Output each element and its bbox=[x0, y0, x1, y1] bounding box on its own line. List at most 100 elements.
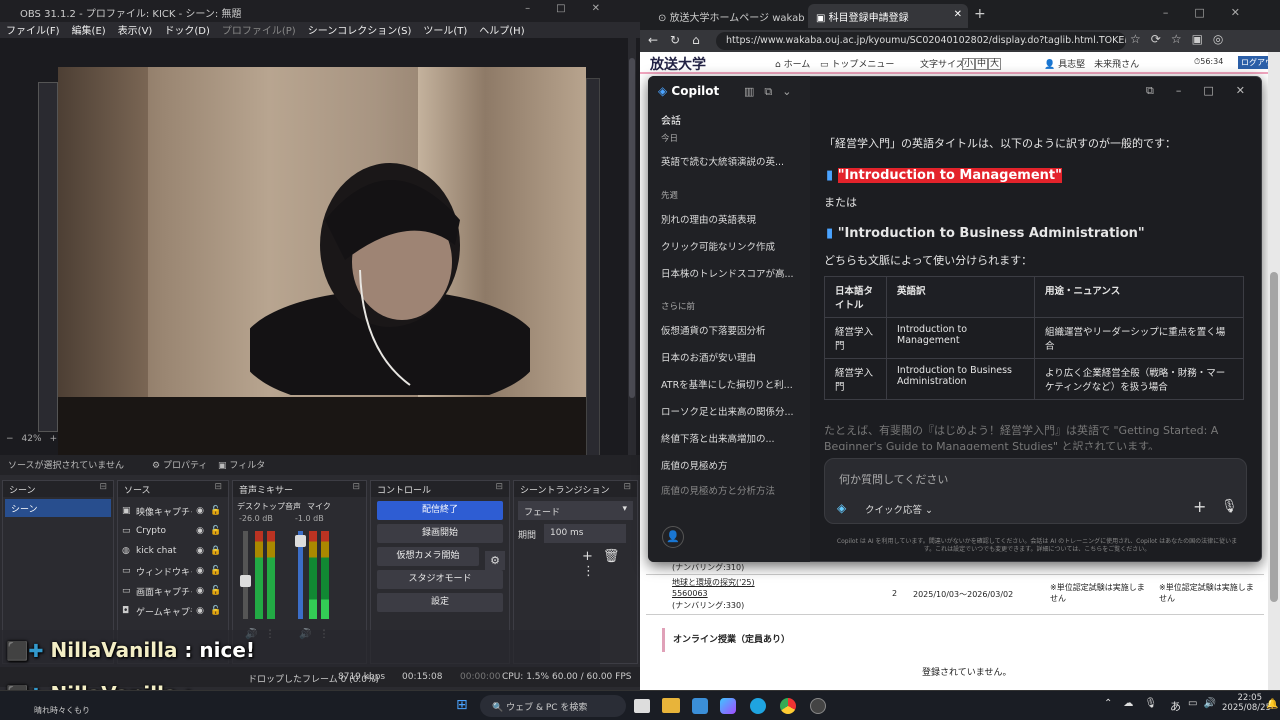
window-controls[interactable]: –□✕ bbox=[525, 3, 626, 14]
page-scrollbar[interactable] bbox=[1268, 52, 1280, 690]
conversation-item[interactable]: 底値の見極め方と分析方法 bbox=[661, 483, 801, 497]
nav-buttons[interactable]: ←↻⌂ bbox=[648, 33, 712, 47]
new-tab-icon[interactable]: + bbox=[974, 6, 986, 22]
transition-select[interactable]: フェード ▾ bbox=[518, 501, 633, 520]
duration-input[interactable]: 100 ms bbox=[544, 524, 626, 543]
task-view-icon[interactable] bbox=[634, 699, 650, 713]
lock-icon[interactable]: 🔓 bbox=[208, 606, 224, 616]
site-logo[interactable]: 放送大学 bbox=[650, 54, 706, 74]
conversation-item[interactable]: ローソク足と出来高の関係分... bbox=[661, 404, 801, 418]
conversation-item[interactable]: 仮想通貨の下落要因分析 bbox=[661, 323, 801, 337]
dock-menu-icon[interactable]: ⊟ bbox=[99, 482, 107, 492]
taskbar-search[interactable]: 🔍 ウェブ & PC を検索 bbox=[480, 695, 626, 717]
start-virtual-camera-button[interactable]: 仮想カメラ開始 bbox=[377, 547, 479, 566]
preview-scrollbar[interactable] bbox=[628, 38, 636, 458]
lock-icon[interactable]: 🔓 bbox=[208, 506, 224, 516]
eye-icon[interactable]: ◉ bbox=[192, 586, 208, 596]
ime-indicator[interactable]: あ bbox=[1170, 698, 1181, 714]
edge-icon[interactable] bbox=[750, 698, 766, 714]
windows-start-icon[interactable]: ⊞ bbox=[456, 697, 468, 713]
conversation-item[interactable]: ATRを基準にした損切りと利... bbox=[661, 377, 801, 391]
settings-button[interactable]: 設定 bbox=[377, 593, 503, 612]
obs-icon[interactable] bbox=[810, 698, 826, 714]
conversation-item[interactable]: 底値の見極め方 bbox=[661, 458, 801, 472]
source-row[interactable]: ▭ ウィンドウキャプ◉🔓 bbox=[118, 561, 228, 581]
lock-icon[interactable]: 🔓 bbox=[208, 566, 224, 576]
menu-file[interactable]: ファイル(F) bbox=[6, 26, 60, 37]
source-row[interactable]: ◍ kick chat ◉ 🔒 bbox=[118, 541, 228, 561]
menu-docks[interactable]: ドック(D) bbox=[164, 26, 210, 37]
eye-icon[interactable]: ◉ bbox=[192, 526, 208, 536]
filters-button[interactable]: ▣ フィルタ bbox=[218, 458, 265, 471]
menu-profile[interactable]: プロファイル(P) bbox=[222, 26, 296, 37]
menu-view[interactable]: 表示(V) bbox=[118, 26, 153, 37]
toolbar-icons[interactable]: ☆⟳☆▣◎ bbox=[1130, 32, 1233, 46]
lock-icon[interactable]: 🔒 bbox=[208, 546, 224, 556]
add-icon[interactable]: + bbox=[1193, 497, 1206, 516]
file-explorer-icon[interactable] bbox=[662, 698, 680, 713]
conversation-item[interactable]: クリック可能なリンク作成 bbox=[661, 239, 801, 253]
mode-selector[interactable]: クイック応答 ⌄ bbox=[865, 502, 933, 516]
tab-search[interactable]: ⊙ 放送大学ホームページ wakaba - 検索... bbox=[650, 4, 805, 28]
zoom-label[interactable]: −42% + bbox=[6, 434, 57, 444]
gear-icon[interactable]: ⚙ bbox=[485, 551, 505, 570]
source-row[interactable]: ◘ ゲームキャプチャ◉🔓 bbox=[118, 601, 228, 621]
nav-topmenu[interactable]: ▭ トップメニュー bbox=[820, 57, 894, 70]
menu-edit[interactable]: 編集(E) bbox=[72, 26, 106, 37]
start-recording-button[interactable]: 録画開始 bbox=[377, 524, 503, 543]
eye-icon[interactable]: ◉ bbox=[192, 506, 208, 516]
volume-slider-mic[interactable] bbox=[295, 531, 306, 619]
eye-icon[interactable]: ◉ bbox=[192, 606, 208, 616]
menu-scene-collection[interactable]: シーンコレクション(S) bbox=[308, 26, 412, 37]
microphone-icon[interactable]: 🎙 bbox=[1221, 499, 1238, 514]
menu-help[interactable]: ヘルプ(H) bbox=[479, 26, 524, 37]
size-small[interactable]: 小 bbox=[962, 58, 976, 70]
system-icons[interactable]: ▭🔊 bbox=[1188, 698, 1222, 709]
conversation-item[interactable]: 英語で読む大統領演説の英... bbox=[661, 154, 801, 168]
source-row[interactable]: ▣ 映像キャプチャデ◉🔓 bbox=[118, 501, 228, 521]
transition-buttons[interactable]: +🗑⋮ bbox=[582, 549, 637, 579]
font-size-buttons[interactable]: 小中大 bbox=[962, 56, 1002, 70]
profile-icon[interactable]: 👤 bbox=[662, 526, 684, 548]
window-controls[interactable]: –□✕ bbox=[1163, 6, 1266, 19]
scene-item[interactable]: シーン bbox=[5, 499, 111, 517]
size-medium[interactable]: 中 bbox=[975, 58, 989, 70]
copilot-taskbar-icon[interactable] bbox=[720, 698, 736, 714]
course-code[interactable]: 5560063 bbox=[672, 589, 708, 598]
copilot-input-box[interactable]: 何か質問してください ◈ クイック応答 ⌄ + 🎙 bbox=[824, 458, 1247, 524]
tab-course-registration[interactable]: ▣ 科目登録申請登録 ✕ bbox=[808, 4, 968, 28]
conversation-item[interactable]: 日本株のトレンドスコアが高... bbox=[661, 266, 801, 280]
eye-icon[interactable]: ◉ bbox=[192, 546, 208, 556]
eye-icon[interactable]: ◉ bbox=[192, 566, 208, 576]
dock-menu-icon[interactable]: ⊟ bbox=[214, 482, 222, 492]
notification-icon[interactable]: 🔔 bbox=[1266, 699, 1278, 710]
dock-menu-icon[interactable]: ⊟ bbox=[623, 482, 631, 492]
clock[interactable]: 22:05 2025/08/25 bbox=[1222, 693, 1271, 713]
conversation-item[interactable]: 別れの理由の英語表現 bbox=[661, 212, 801, 226]
menu-tools[interactable]: ツール(T) bbox=[423, 26, 467, 37]
course-link[interactable]: 地球と環境の探究('25) bbox=[672, 577, 755, 588]
lock-icon[interactable]: 🔓 bbox=[208, 526, 224, 536]
chat-input[interactable]: 何か質問してください bbox=[839, 471, 948, 487]
size-large[interactable]: 大 bbox=[988, 58, 1002, 70]
conversation-item[interactable]: 日本のお酒が安い理由 bbox=[661, 350, 801, 364]
address-bar[interactable]: https://www.wakaba.ouj.ac.jp/kyoumu/SC02… bbox=[716, 32, 1126, 50]
nav-home[interactable]: ⌂ ホーム bbox=[775, 57, 810, 70]
studio-mode-button[interactable]: スタジオモード bbox=[377, 570, 503, 589]
sidebar-buttons[interactable]: ▥⧉⌄ bbox=[744, 85, 801, 99]
close-icon[interactable]: ✕ bbox=[954, 9, 962, 20]
volume-slider-desktop[interactable] bbox=[240, 531, 251, 619]
tray-icons[interactable]: ⌃☁🎙 bbox=[1104, 698, 1168, 709]
source-row[interactable]: ▭ 画面キャプチャ◉🔓 bbox=[118, 581, 228, 601]
properties-button[interactable]: ⚙ プロパティ bbox=[152, 458, 207, 471]
conversation-item[interactable]: 終値下落と出来高増加の... bbox=[661, 431, 801, 445]
store-icon[interactable] bbox=[692, 698, 708, 714]
lock-icon[interactable]: 🔓 bbox=[208, 586, 224, 596]
chrome-icon[interactable] bbox=[780, 698, 796, 714]
dock-menu-icon[interactable]: ⊟ bbox=[495, 482, 503, 492]
course-table: (ナンバリング:310) 地球と環境の探究('25) 5560063 (ナンバリ… bbox=[646, 562, 1264, 678]
stop-streaming-button[interactable]: 配信終了 bbox=[377, 501, 503, 520]
source-row[interactable]: ▭ Crypto ◉ 🔓 bbox=[118, 521, 228, 541]
copilot-window-controls[interactable]: ⧉–□✕ bbox=[1146, 84, 1267, 98]
dock-menu-icon[interactable]: ⊟ bbox=[352, 482, 360, 492]
